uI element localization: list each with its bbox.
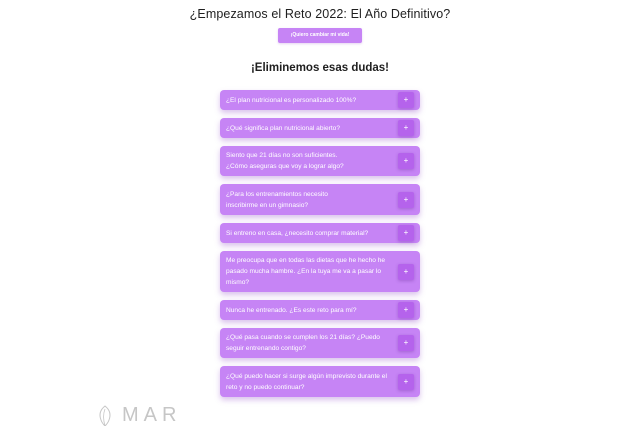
faq-question: ¿Qué pasa cuando se cumplen los 21 días?… (226, 334, 380, 352)
faq-item-6[interactable]: Me preocupa que en todas las dietas que … (220, 251, 420, 292)
faq-question: ¿Para los entrenamientos necesito inscri… (226, 190, 328, 209)
faq-question: Me preocupa que en todas las dietas que … (226, 257, 386, 286)
faq-question: ¿Qué puedo hacer si surge algún imprevis… (226, 372, 387, 391)
logo-text: MAR (122, 404, 182, 426)
faq-item-4[interactable]: ¿Para los entrenamientos necesito inscri… (220, 184, 420, 215)
cta-button[interactable]: ¡Quiero cambiar mi vida! (278, 28, 362, 43)
faq-item-2[interactable]: ¿Qué significa plan nutricional abierto?… (220, 118, 420, 138)
faq-item-7[interactable]: Nunca he entrenado. ¿Es este reto para m… (220, 300, 420, 320)
plus-icon[interactable]: + (398, 92, 414, 108)
page: ¿Empezamos el Reto 2022: El Año Definiti… (0, 0, 640, 426)
plus-icon[interactable]: + (398, 263, 414, 280)
plus-icon[interactable]: + (398, 225, 414, 241)
page-title: ¿Empezamos el Reto 2022: El Año Definiti… (189, 7, 451, 21)
faq-heading: ¡Eliminemos esas dudas! (250, 62, 390, 74)
faq-item-9[interactable]: ¿Qué puedo hacer si surge algún imprevis… (220, 366, 420, 397)
plus-icon[interactable]: + (398, 153, 414, 169)
faq-question: ¿El plan nutricional es personalizado 10… (226, 96, 357, 104)
faq-question: ¿Qué significa plan nutricional abierto? (226, 124, 340, 132)
faq-item-3[interactable]: Siento que 21 días no son suficientes. ¿… (220, 146, 420, 176)
faq-item-8[interactable]: ¿Qué pasa cuando se cumplen los 21 días?… (220, 328, 420, 358)
faq-question: Siento que 21 días no son suficientes. ¿… (226, 152, 344, 170)
faq-question: Nunca he entrenado. ¿Es este reto para m… (226, 306, 357, 314)
plus-icon[interactable]: + (398, 373, 414, 390)
logo-mark-icon (99, 404, 111, 426)
faq-item-1[interactable]: ¿El plan nutricional es personalizado 10… (220, 90, 420, 110)
brand-logo: MAR (96, 404, 181, 426)
faq-question: Si entreno en casa, ¿necesito comprar ma… (226, 229, 369, 237)
plus-icon[interactable]: + (398, 120, 414, 136)
plus-icon[interactable]: + (398, 191, 414, 208)
plus-icon[interactable]: + (398, 302, 414, 318)
faq-item-5[interactable]: Si entreno en casa, ¿necesito comprar ma… (220, 223, 420, 243)
plus-icon[interactable]: + (398, 335, 414, 351)
